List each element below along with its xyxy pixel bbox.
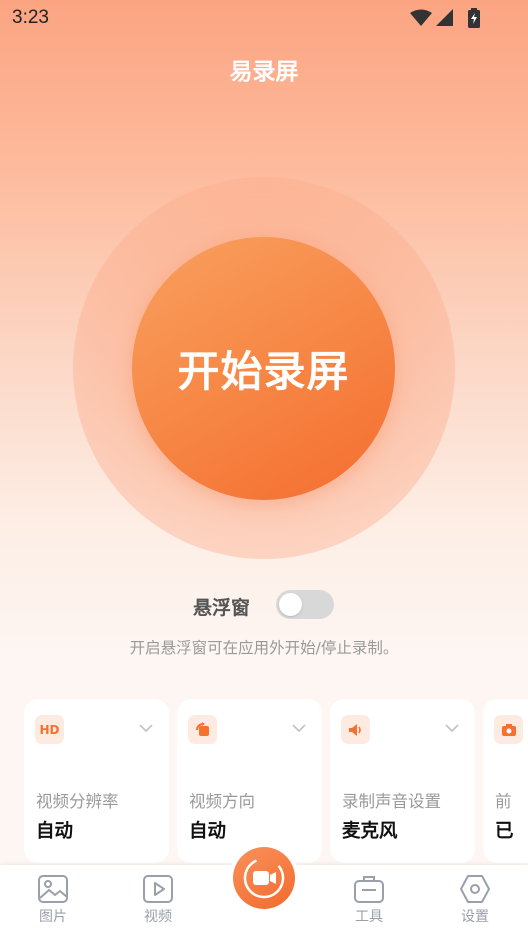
image-icon xyxy=(38,875,68,903)
speaker-icon xyxy=(341,715,370,744)
tab-tools-label: 工具 xyxy=(355,909,383,925)
tab-tools[interactable]: 工具 xyxy=(339,874,399,934)
tab-images-label: 图片 xyxy=(39,909,67,925)
tab-record[interactable] xyxy=(229,843,299,913)
chevron-down-icon xyxy=(139,724,153,733)
signal-icon xyxy=(436,9,453,26)
status-icons xyxy=(410,8,488,28)
wifi-icon xyxy=(410,9,432,26)
card-label: 前 xyxy=(495,792,512,811)
floating-window-toggle[interactable] xyxy=(276,590,334,619)
status-bar: 3:23 xyxy=(0,0,528,36)
settings-hex-icon xyxy=(460,875,490,903)
tab-images[interactable]: 图片 xyxy=(23,874,83,934)
tab-videos[interactable]: 视频 xyxy=(128,874,188,934)
toggle-knob xyxy=(279,593,302,616)
card-value: 自动 xyxy=(36,821,74,842)
card-value: 已 xyxy=(495,821,514,842)
start-recording-label: 开始录屏 xyxy=(177,347,350,396)
chevron-down-icon xyxy=(292,724,306,733)
tab-settings[interactable]: 设置 xyxy=(445,874,505,934)
camera-card[interactable]: 前 已 xyxy=(483,699,528,863)
resolution-card[interactable]: HD 视频分辨率 自动 xyxy=(24,699,169,863)
video-play-icon xyxy=(143,875,173,903)
audio-card[interactable]: 录制声音设置 麦克风 xyxy=(330,699,475,863)
floating-window-label: 悬浮窗 xyxy=(193,597,251,619)
chevron-down-icon xyxy=(445,724,459,733)
card-value: 麦克风 xyxy=(342,821,398,842)
battery-charging-icon xyxy=(468,8,480,28)
hd-icon: HD xyxy=(35,715,64,744)
toolbox-icon xyxy=(354,876,384,903)
record-camera-icon xyxy=(233,847,295,909)
camera-icon xyxy=(494,715,523,744)
status-time: 3:23 xyxy=(12,7,49,28)
settings-cards: HD 视频分辨率 自动 视频方向 自动 录制声音设置 麦克风 前 已 xyxy=(24,699,528,865)
tab-videos-label: 视频 xyxy=(144,909,172,925)
floating-window-hint: 开启悬浮窗可在应用外开始/停止录制。 xyxy=(129,639,399,657)
card-label: 录制声音设置 xyxy=(342,792,441,811)
floating-window-row: 悬浮窗 xyxy=(0,588,528,622)
start-recording-button[interactable]: 开始录屏 xyxy=(132,237,395,500)
card-label: 视频方向 xyxy=(189,792,255,811)
app-title: 易录屏 xyxy=(229,59,299,85)
rotate-icon xyxy=(188,715,217,744)
card-value: 自动 xyxy=(189,821,227,842)
orientation-card[interactable]: 视频方向 自动 xyxy=(177,699,322,863)
card-label: 视频分辨率 xyxy=(36,792,119,811)
tab-settings-label: 设置 xyxy=(461,909,489,925)
